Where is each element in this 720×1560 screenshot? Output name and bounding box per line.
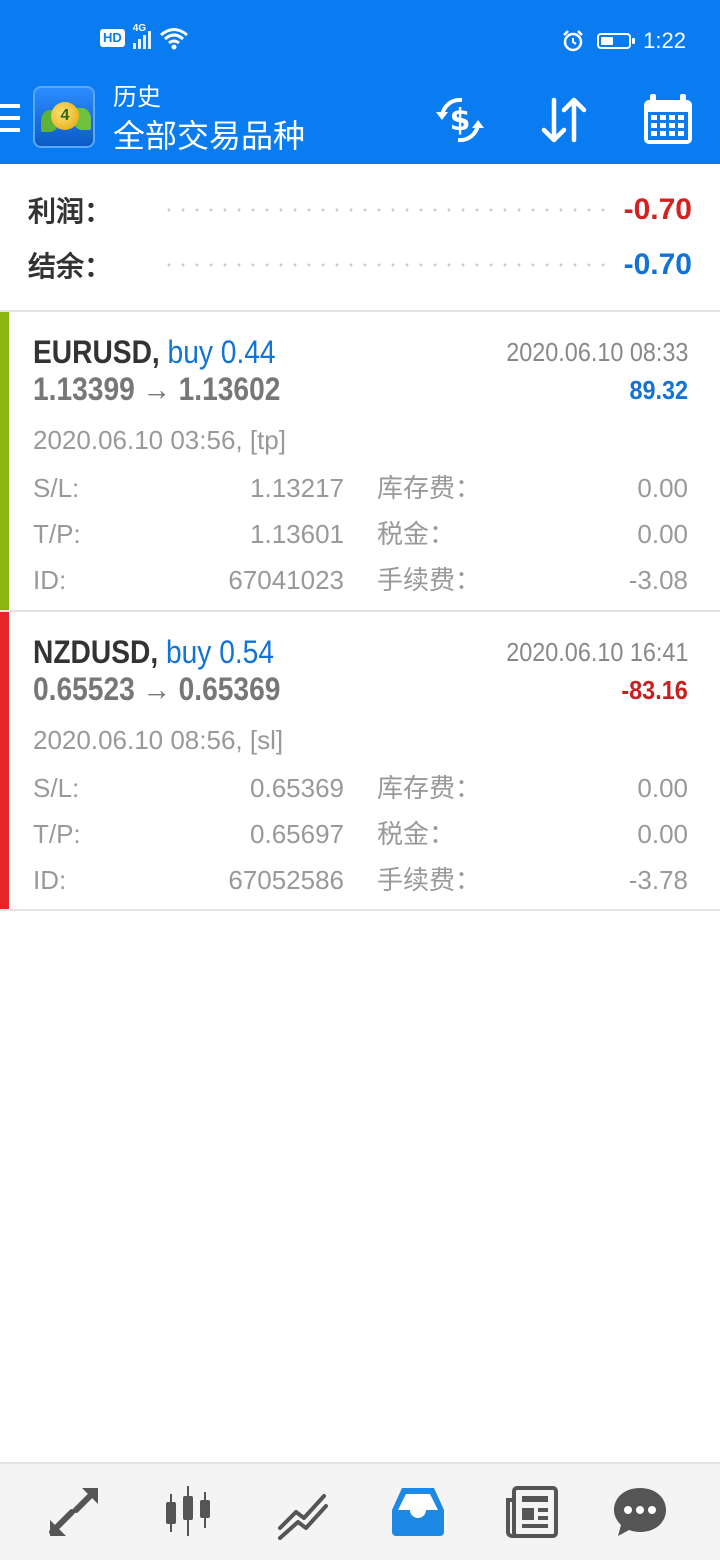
status-right: 1:22 [561,28,686,54]
menu-icon[interactable] [0,104,20,138]
sort-icon[interactable] [536,92,592,148]
trade-icon[interactable] [272,1482,332,1542]
tp-label: T/P: [33,819,81,849]
history-inbox-icon[interactable] [388,1482,448,1542]
id-row: ID: 67041023 手续费： -3.08 [33,560,688,600]
tp-label: T/P: [33,519,81,549]
commission-value: -3.08 [628,565,688,595]
open-info: 2020.06.10 08:56, [sl] [33,725,284,755]
trade-card[interactable]: NZDUSD, buy 0.54 2020.06.10 16:41 0.6552… [0,612,720,910]
swap-value: 0.00 [637,773,688,803]
chart-candles-icon[interactable] [158,1482,218,1542]
trade-side: buy 0.54 [165,634,275,670]
dotted-leader [162,263,610,267]
commission-label: 手续费： [377,865,482,895]
trade-profit: 89.32 [629,375,688,405]
id-row: ID: 67052586 手续费： -3.78 [33,860,688,900]
app-bar: 4 历史 全部交易品种 $ [0,82,720,164]
profit-row: 利润： -0.70 [28,190,692,230]
svg-text:$: $ [450,103,471,138]
id-label: ID: [33,565,67,595]
swap-value: 0.00 [637,473,688,503]
metatrader4-logo[interactable]: 4 [33,86,95,148]
battery-icon [597,33,636,49]
loss-stripe [0,612,9,910]
news-icon[interactable] [502,1482,562,1542]
divider [0,909,720,911]
symbol-name: EURUSD, [33,334,160,370]
dotted-leader [162,208,610,212]
close-time: 2020.06.10 08:33 [505,337,688,367]
tax-value: 0.00 [637,519,688,549]
id-label: ID: [33,865,67,895]
chat-icon[interactable] [610,1482,670,1542]
tax-value: 0.00 [637,819,688,849]
commission-label: 手续费： [377,565,482,595]
close-time: 2020.06.10 16:41 [505,637,688,667]
quotes-icon[interactable] [44,1482,104,1542]
swap-label: 库存费： [377,473,482,503]
id-value: 67041023 [228,565,344,595]
status-left: HD 4G [100,23,189,50]
tax-label: 税金： [377,519,456,549]
trade-prices: 0.65523 → 0.65369 [33,671,281,707]
sl-label: S/L: [33,773,80,803]
commission-value: -3.78 [628,865,688,895]
open-info: 2020.06.10 03:56, [tp] [33,425,286,455]
trade-profit: -83.16 [621,675,688,705]
clock: 1:22 [643,28,686,53]
currency-exchange-icon[interactable]: $ [432,92,488,148]
summary-panel: 利润： -0.70 结余： -0.70 [0,164,720,310]
trade-symbol: EURUSD, buy 0.44 [33,332,276,372]
page-subtitle: 历史 [113,84,161,111]
sl-value: 1.13217 [250,473,344,503]
tp-value: 0.65697 [250,819,344,849]
swap-label: 库存费： [377,773,482,803]
win-stripe [0,312,9,610]
sl-label: S/L: [33,473,80,503]
wifi-icon [159,28,188,50]
trade-side: buy 0.44 [167,334,276,370]
hd-badge: HD [100,29,125,47]
sl-value: 0.65369 [250,773,344,803]
trade-card[interactable]: EURUSD, buy 0.44 2020.06.10 08:33 1.1339… [0,312,720,610]
symbol-name: NZDUSD, [33,634,159,670]
profit-value: -0.70 [623,193,692,226]
tp-row: T/P: 1.13601 税金： 0.00 [33,514,688,554]
balance-value: -0.70 [623,248,692,281]
profit-label: 利润： [28,196,113,227]
sl-row: S/L: 0.65369 库存费： 0.00 [33,768,688,808]
status-bar: HD 4G 1:22 [0,0,720,82]
alarm-icon [563,30,584,52]
balance-label: 结余： [28,251,113,282]
balance-row: 结余： -0.70 [28,245,692,285]
calendar-icon[interactable] [640,92,696,148]
bottom-nav [0,1462,720,1560]
id-value: 67052586 [228,865,344,895]
tp-value: 1.13601 [250,519,344,549]
tax-label: 税金： [377,819,456,849]
trade-symbol: NZDUSD, buy 0.54 [33,632,274,672]
trade-prices: 1.13399 → 1.13602 [33,371,281,407]
tp-row: T/P: 0.65697 税金： 0.00 [33,814,688,854]
signal-icon: 4G [132,23,151,49]
page-title[interactable]: 全部交易品种 [113,116,305,156]
network-type: 4G [132,23,147,34]
sl-row: S/L: 1.13217 库存费： 0.00 [33,468,688,508]
